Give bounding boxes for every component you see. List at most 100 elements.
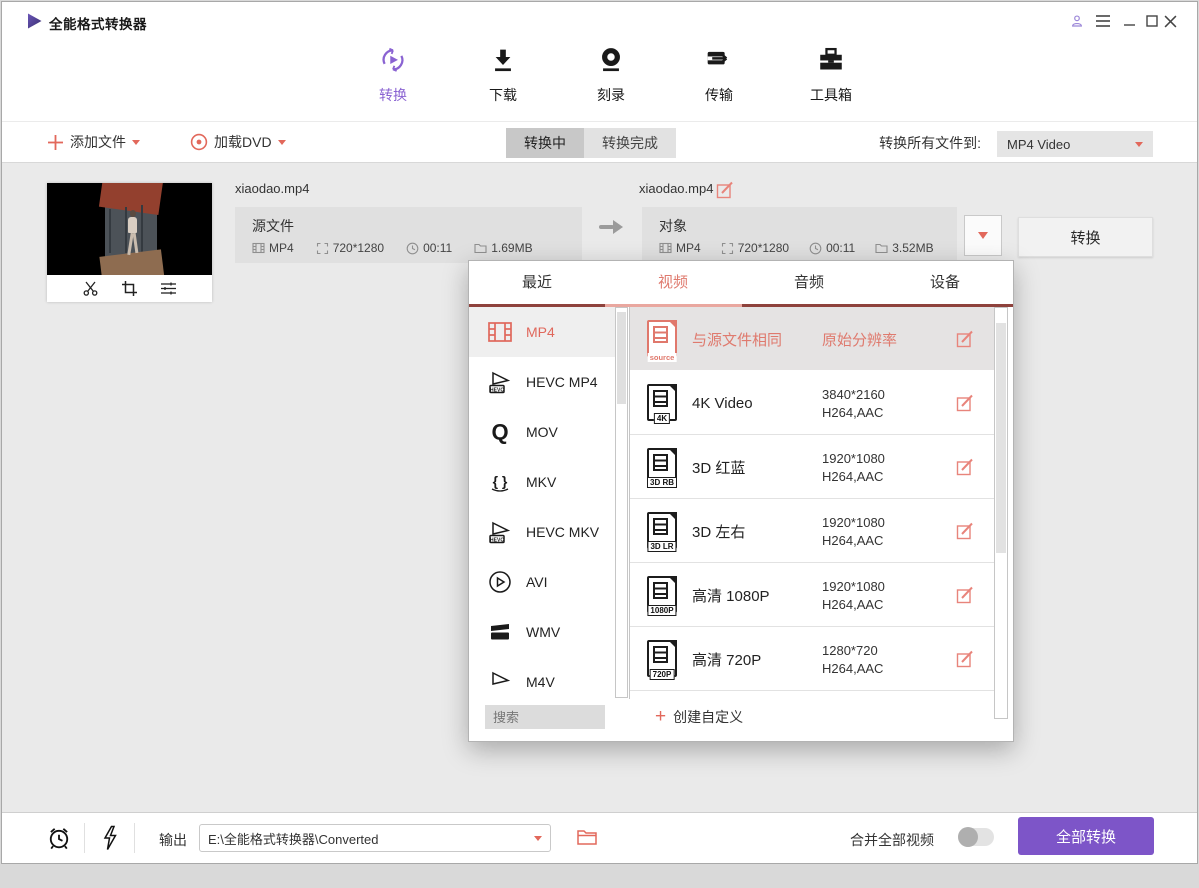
tab-download-label: 下载 <box>458 85 548 105</box>
popup-tab-recent[interactable]: 最近 <box>469 261 605 304</box>
tab-burn-label: 刻录 <box>566 85 656 105</box>
convert-to-dropdown[interactable]: MP4 Video <box>997 131 1153 157</box>
bottom-bar: 输出 合并全部视频 全部转换 <box>2 812 1197 863</box>
format-list-scrollbar[interactable] <box>615 307 628 698</box>
tab-converting[interactable]: 转换中 <box>506 128 584 158</box>
account-icon[interactable] <box>1068 13 1086 29</box>
popup-tabs: 最近 视频 音频 设备 <box>469 261 1013 304</box>
preset-file-icon: 720P <box>647 640 677 677</box>
preset-file-icon: 4K <box>647 384 677 421</box>
divider <box>134 823 135 853</box>
dvd-icon <box>190 133 208 151</box>
popup-active-tab-underline <box>605 304 742 307</box>
maximize-button[interactable] <box>1143 13 1161 29</box>
format-select-popup: 最近 视频 音频 设备 MP4 HEVC <box>468 260 1014 742</box>
convert-button[interactable]: 转换 <box>1018 217 1153 257</box>
preset-row-4k[interactable]: 4K 4K Video 3840*2160H264,AAC <box>630 371 998 435</box>
preset-row-3d-rb[interactable]: 3D RB 3D 红蓝 1920*1080H264,AAC <box>630 435 998 499</box>
format-item-mov[interactable]: Q MOV <box>469 407 615 457</box>
preset-row-same-as-source[interactable]: source 与源文件相同 原始分辨率 <box>630 307 998 371</box>
burn-disc-icon <box>595 44 627 78</box>
merge-toggle-switch[interactable] <box>958 828 994 846</box>
preset-panel: source 与源文件相同 原始分辨率 4K 4K Video 3840*216… <box>629 307 1015 699</box>
output-path-input[interactable] <box>200 831 534 846</box>
format-item-m4v[interactable]: M4V <box>469 657 615 698</box>
load-dvd-button[interactable]: 加载DVD <box>190 132 286 152</box>
performance-lightning-icon[interactable] <box>100 825 120 851</box>
search-input[interactable] <box>485 705 605 729</box>
format-item-wmv[interactable]: WMV <box>469 607 615 657</box>
resolution-icon <box>316 242 329 255</box>
clock-icon <box>809 242 822 255</box>
target-format: MP4 <box>676 241 701 255</box>
edit-preset-icon[interactable] <box>956 330 974 348</box>
close-button[interactable] <box>1161 13 1179 29</box>
preset-file-icon: 3D LR <box>647 512 677 549</box>
rename-edit-icon[interactable] <box>716 181 734 199</box>
svg-text:Q: Q <box>491 420 508 445</box>
scrollbar-thumb[interactable] <box>996 323 1006 553</box>
queue-tabs: 转换中 转换完成 <box>506 128 676 158</box>
tab-download[interactable]: 下载 <box>458 44 548 105</box>
popup-tab-device[interactable]: 设备 <box>877 261 1013 304</box>
resolution-icon <box>721 242 734 255</box>
chevron-down-icon <box>978 232 988 239</box>
tab-convert[interactable]: 转换 <box>348 44 438 105</box>
edit-toolbar <box>47 275 212 302</box>
edit-preset-icon[interactable] <box>956 522 974 540</box>
chevron-down-icon <box>132 140 140 145</box>
popup-tab-audio[interactable]: 音频 <box>741 261 877 304</box>
mp4-film-icon <box>487 319 513 345</box>
plus-icon <box>47 134 64 151</box>
format-list: MP4 HEVC HEVC MP4 Q MOV { } <box>469 307 629 698</box>
target-format-dropdown-button[interactable] <box>964 215 1002 256</box>
target-duration: 00:11 <box>826 241 855 255</box>
source-duration: 00:11 <box>423 241 452 255</box>
edit-preset-icon[interactable] <box>956 394 974 412</box>
trim-scissors-icon[interactable] <box>82 280 99 297</box>
tab-toolbox[interactable]: 工具箱 <box>786 44 876 105</box>
preset-row-1080p[interactable]: 1080P 高清 1080P 1920*1080H264,AAC <box>630 563 998 627</box>
effects-sliders-icon[interactable] <box>160 280 177 297</box>
menu-icon[interactable] <box>1094 13 1112 29</box>
format-item-hevc-mp4[interactable]: HEVC HEVC MP4 <box>469 357 615 407</box>
tab-converted[interactable]: 转换完成 <box>584 128 676 158</box>
preset-list-scrollbar[interactable] <box>994 307 1008 719</box>
output-path-field[interactable] <box>199 824 551 852</box>
edit-preset-icon[interactable] <box>956 586 974 604</box>
add-file-button[interactable]: 添加文件 <box>47 132 140 152</box>
target-box-label: 对象 <box>659 216 687 236</box>
schedule-alarm-icon[interactable] <box>46 825 72 851</box>
edit-preset-icon[interactable] <box>956 458 974 476</box>
scrollbar-thumb[interactable] <box>617 312 626 404</box>
preset-row-720p[interactable]: 720P 高清 720P 1280*720H264,AAC <box>630 627 998 691</box>
convert-all-to-label: 转换所有文件到: <box>879 133 981 153</box>
create-custom-button[interactable]: + 创建自定义 <box>655 705 743 729</box>
source-format: MP4 <box>269 241 294 255</box>
format-item-mp4[interactable]: MP4 <box>469 307 615 357</box>
edit-preset-icon[interactable] <box>956 650 974 668</box>
popup-tab-video[interactable]: 视频 <box>605 261 741 304</box>
tab-burn[interactable]: 刻录 <box>566 44 656 105</box>
add-file-label: 添加文件 <box>70 132 126 152</box>
format-item-mkv[interactable]: { } MKV <box>469 457 615 507</box>
minimize-button[interactable] <box>1121 13 1139 29</box>
format-item-hevc-mkv[interactable]: HEVC HEVC MKV <box>469 507 615 557</box>
open-folder-icon[interactable] <box>576 827 598 847</box>
tab-transfer[interactable]: 传输 <box>674 44 764 105</box>
load-dvd-label: 加载DVD <box>214 132 272 152</box>
wmv-clapper-icon <box>487 619 513 645</box>
convert-to-value: MP4 Video <box>1007 137 1135 152</box>
preset-row-3d-lr[interactable]: 3D LR 3D 左右 1920*1080H264,AAC <box>630 499 998 563</box>
file-list-area: xiaodao.mp4 源文件 MP4 720*1280 00:11 1.69M… <box>2 163 1197 812</box>
clock-icon <box>406 242 419 255</box>
source-info-box: 源文件 MP4 720*1280 00:11 1.69MB <box>235 207 582 263</box>
mkv-braces-icon: { } <box>487 469 513 495</box>
toolbox-icon <box>815 44 847 78</box>
crop-icon[interactable] <box>121 280 138 297</box>
app-title: 全能格式转换器 <box>49 13 147 33</box>
video-thumbnail[interactable] <box>47 183 212 275</box>
format-item-avi[interactable]: AVI <box>469 557 615 607</box>
m4v-play-icon <box>487 669 513 695</box>
convert-all-button[interactable]: 全部转换 <box>1018 817 1154 855</box>
